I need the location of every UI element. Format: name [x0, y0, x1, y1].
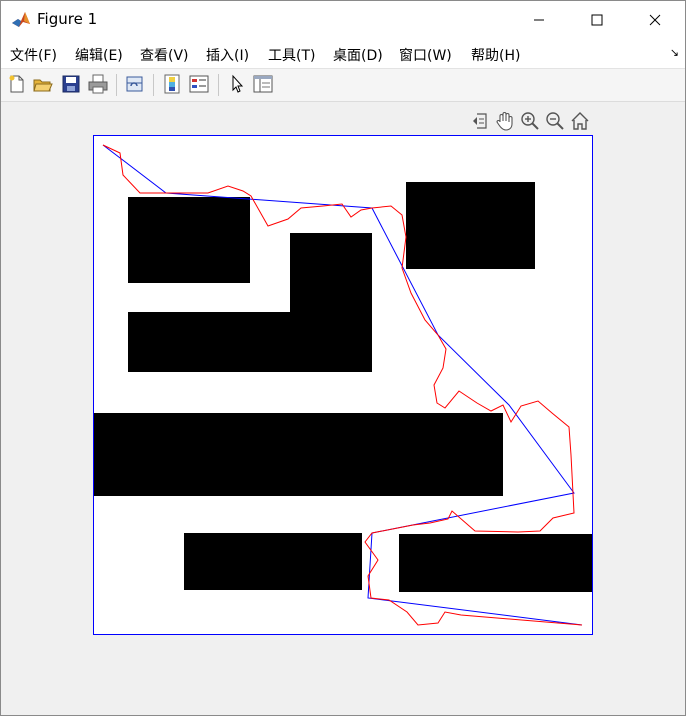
link-plot-icon[interactable]: [124, 73, 146, 95]
insert-legend-icon[interactable]: [188, 73, 210, 95]
save-icon[interactable]: [60, 73, 82, 95]
window-title: Figure 1: [37, 10, 98, 28]
edit-plot-cursor-icon[interactable]: [226, 73, 248, 95]
zoom-out-icon[interactable]: [544, 110, 566, 132]
menu-bar: 文件(F) 编辑(E) 查看(V) 插入(I) 工具(T) 桌面(D) 窗口(W…: [1, 39, 685, 69]
menu-desktop[interactable]: 桌面(D): [333, 45, 383, 65]
menu-window[interactable]: 窗口(W): [399, 45, 452, 65]
obstacle-rect-5: [184, 533, 362, 590]
menu-help[interactable]: 帮助(H): [471, 45, 520, 65]
obstacle-rect-6: [399, 534, 593, 592]
property-inspector-icon[interactable]: [252, 73, 274, 95]
zoom-in-icon[interactable]: [519, 110, 541, 132]
print-icon[interactable]: [87, 73, 109, 95]
menu-insert[interactable]: 插入(I): [206, 45, 249, 65]
dock-figure-arrow-icon[interactable]: ↘: [670, 46, 679, 59]
open-file-icon[interactable]: [32, 73, 54, 95]
export-icon[interactable]: [469, 110, 491, 132]
maximize-icon: [591, 14, 603, 26]
toolbar-separator: [218, 74, 219, 96]
figure-window: Figure 1 文件(F) 编辑(E) 查看(V) 插入(I) 工具(T) 桌…: [0, 0, 686, 716]
obstacle-rect-0: [128, 197, 250, 283]
maximize-button[interactable]: [569, 1, 625, 39]
menu-tools[interactable]: 工具(T): [268, 45, 315, 65]
pan-hand-icon[interactable]: [494, 110, 516, 132]
plot-area[interactable]: [93, 135, 593, 635]
close-button[interactable]: [627, 1, 683, 39]
toolbar-separator: [116, 74, 117, 96]
restore-view-home-icon[interactable]: [569, 110, 591, 132]
menu-file[interactable]: 文件(F): [10, 45, 57, 65]
menu-view[interactable]: 查看(V): [140, 45, 189, 65]
title-bar[interactable]: Figure 1: [1, 1, 685, 39]
insert-colorbar-icon[interactable]: [161, 73, 183, 95]
toolbar-separator: [153, 74, 154, 96]
menu-edit[interactable]: 编辑(E): [75, 45, 123, 65]
matlab-logo-icon: [11, 10, 31, 30]
obstacle-rect-2: [128, 312, 372, 372]
figure-toolbar: [1, 69, 685, 102]
obstacle-rect-4: [93, 413, 503, 496]
obstacle-rect-1: [290, 233, 372, 312]
minimize-button[interactable]: [511, 1, 567, 39]
close-icon: [649, 14, 661, 26]
new-figure-icon[interactable]: [6, 73, 28, 95]
minimize-icon: [534, 19, 544, 21]
path-planning-chart: [93, 135, 593, 635]
obstacle-rect-3: [406, 182, 535, 269]
